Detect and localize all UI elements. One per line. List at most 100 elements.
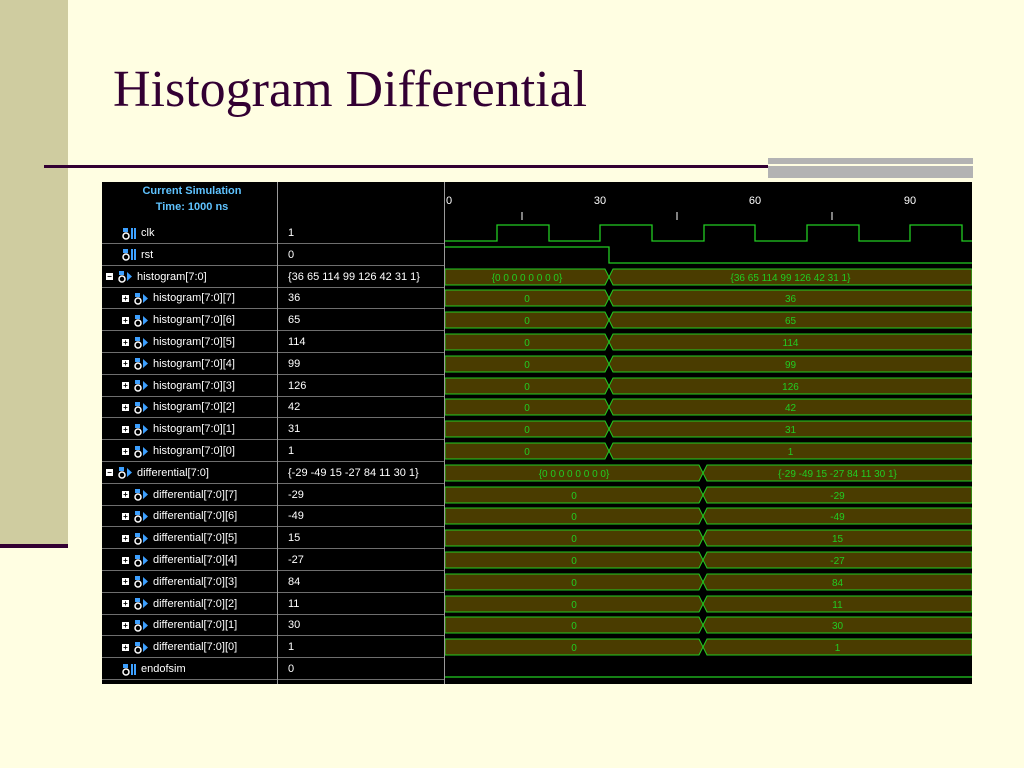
signal-row[interactable]: + differential[7:0][2] 11 0 11	[102, 593, 972, 615]
signal-name-cell[interactable]: + differential[7:0][1]	[102, 614, 298, 636]
signal-waveform[interactable]	[445, 658, 972, 680]
signal-name-cell[interactable]: endofsim	[102, 658, 298, 680]
signal-waveform[interactable]: 0 42	[445, 396, 972, 418]
signal-waveform[interactable]: 0 36	[445, 287, 972, 309]
signal-waveform[interactable]: {0 0 0 0 0 0 0 0} {-29 -49 15 -27 84 11 3…	[445, 462, 972, 484]
signal-waveform[interactable]: 0 -27	[445, 549, 972, 571]
collapse-icon[interactable]: −	[106, 469, 113, 477]
signal-waveform[interactable]: 01	[445, 440, 972, 462]
signal-name-cell[interactable]: + histogram[7:0][2]	[102, 396, 298, 418]
signal-name-cell[interactable]: + differential[7:0][7]	[102, 484, 298, 506]
expand-icon[interactable]: +	[122, 360, 129, 368]
signal-row[interactable]: + differential[7:0][1] 30 0 30	[102, 614, 972, 637]
bus-value-before: 0	[524, 447, 530, 458]
signal-name-cell[interactable]: + histogram[7:0][0]	[102, 440, 298, 462]
signal-name-cell[interactable]: + differential[7:0][6]	[102, 505, 298, 527]
left-accent-bar	[0, 0, 68, 548]
bus-value-before: {0 0 0 0 0 0 0 0}	[539, 469, 610, 480]
signal-row[interactable]: − differential[7:0] {-29 -49 15 -27 84 11 …	[102, 462, 972, 484]
signal-name-cell[interactable]: + histogram[7:0][5]	[102, 331, 298, 353]
expand-icon[interactable]: +	[122, 425, 129, 433]
signal-row[interactable]: + differential[7:0][4] -27 0 -27	[102, 549, 972, 571]
signal-name: differential[7:0][0]	[153, 641, 238, 654]
bus-value-after: {-29 -49 15 -27 84 11 30 1}	[778, 469, 897, 480]
signal-waveform[interactable]: {0 0 0 0 0 0 0 0} {36 65 114 99 126 42 31…	[445, 266, 972, 288]
collapse-icon[interactable]: −	[106, 273, 113, 281]
signal-value: -27	[288, 554, 304, 566]
signal-name: differential[7:0][7]	[153, 488, 238, 501]
bit-signal-icon	[122, 249, 136, 262]
signal-row[interactable]: + histogram[7:0][7] 36 0 36	[102, 287, 972, 310]
signal-row[interactable]: clk 1	[102, 222, 972, 244]
signal-waveform[interactable]: 01	[445, 636, 972, 658]
expand-icon[interactable]: +	[122, 294, 129, 302]
signal-name-cell[interactable]: + differential[7:0][0]	[102, 636, 298, 658]
expand-icon[interactable]: +	[122, 316, 129, 324]
expand-icon[interactable]: +	[122, 600, 129, 608]
expand-icon[interactable]: +	[122, 621, 129, 629]
signal-row[interactable]: + differential[7:0][7] -29 0 -29	[102, 484, 972, 506]
expand-icon[interactable]: +	[122, 491, 129, 499]
signal-waveform[interactable]: 0 -29	[445, 484, 972, 506]
signal-value: 84	[288, 575, 301, 588]
signal-row[interactable]: + histogram[7:0][0] 1 0 1	[102, 440, 972, 462]
expand-icon[interactable]: +	[122, 382, 129, 390]
signal-waveform[interactable]: 0 31	[445, 418, 972, 440]
signal-waveform[interactable]: 0 114	[445, 331, 972, 353]
signal-name-cell[interactable]: + differential[7:0][3]	[102, 571, 298, 593]
signal-name-cell[interactable]: + histogram[7:0][4]	[102, 353, 298, 375]
signal-waveform[interactable]: 0 84	[445, 571, 972, 593]
signal-waveform[interactable]: 0 -49	[445, 505, 972, 527]
signal-row[interactable]: + differential[7:0][5] 15 0 15	[102, 527, 972, 550]
signal-row[interactable]: + differential[7:0][6] -49 0 -49	[102, 505, 972, 528]
signal-waveform[interactable]: 0 65	[445, 309, 972, 331]
signal-row[interactable]: + histogram[7:0][1] 31 0 31	[102, 418, 972, 441]
signal-name: histogram[7:0][4]	[153, 357, 235, 370]
expand-icon[interactable]: +	[122, 447, 129, 455]
bus-value-after: 1	[835, 643, 841, 654]
signal-waveform[interactable]: 0 15	[445, 527, 972, 549]
signal-row[interactable]: + histogram[7:0][5] 114 0 114	[102, 331, 972, 353]
expand-icon[interactable]: +	[122, 534, 129, 542]
signal-waveform[interactable]	[445, 222, 972, 244]
bus-value-after: 36	[785, 294, 797, 305]
signal-name-cell[interactable]: + differential[7:0][4]	[102, 549, 298, 571]
signal-value: -49	[288, 510, 304, 523]
expand-icon[interactable]: +	[122, 643, 129, 651]
bit-signal-icon	[122, 663, 136, 676]
expand-icon[interactable]: +	[122, 403, 129, 411]
signal-name-cell[interactable]: + histogram[7:0][7]	[102, 287, 298, 309]
signal-waveform[interactable]: 0 30	[445, 614, 972, 636]
signal-name-cell[interactable]: − histogram[7:0]	[102, 266, 282, 288]
signal-waveform[interactable]: 0 99	[445, 353, 972, 375]
signal-name-cell[interactable]: − differential[7:0]	[102, 462, 282, 484]
signal-row[interactable]: + histogram[7:0][2] 42 0 42	[102, 396, 972, 419]
signal-name-cell[interactable]: + histogram[7:0][1]	[102, 418, 298, 440]
signal-row[interactable]: + histogram[7:0][4] 99 0 99	[102, 353, 972, 375]
signal-waveform[interactable]: 0 126	[445, 375, 972, 397]
expand-icon[interactable]: +	[122, 578, 129, 586]
signal-name-cell[interactable]: rst	[102, 244, 298, 266]
signal-name-cell[interactable]: + histogram[7:0][3]	[102, 375, 298, 397]
signal-row[interactable]: + histogram[7:0][6] 65 0 65	[102, 309, 972, 332]
signal-name-cell[interactable]: + histogram[7:0][6]	[102, 309, 298, 331]
column-divider-name[interactable]	[277, 182, 278, 684]
signal-row[interactable]: + differential[7:0][0] 1 0 1	[102, 636, 972, 659]
expand-icon[interactable]: +	[122, 556, 129, 564]
bus-value-after: 42	[785, 403, 797, 414]
signal-row[interactable]: − histogram[7:0] {36 65 114 99 126 42 31 1…	[102, 266, 972, 288]
signal-name: histogram[7:0][1]	[153, 423, 235, 436]
signal-name-cell[interactable]: clk	[102, 222, 298, 244]
signal-name-cell[interactable]: + differential[7:0][5]	[102, 527, 298, 549]
signal-name: histogram[7:0][3]	[153, 379, 235, 392]
signal-row[interactable]: + differential[7:0][3] 84 0 84	[102, 571, 972, 593]
signal-row[interactable]: rst 0	[102, 244, 972, 266]
expand-icon[interactable]: +	[122, 338, 129, 346]
signal-waveform[interactable]: 0 11	[445, 593, 972, 615]
column-divider-value[interactable]	[444, 182, 445, 684]
signal-name-cell[interactable]: + differential[7:0][2]	[102, 593, 298, 615]
signal-row[interactable]: endofsim 0	[102, 658, 972, 680]
expand-icon[interactable]: +	[122, 512, 129, 520]
signal-waveform[interactable]	[445, 244, 972, 266]
signal-row[interactable]: + histogram[7:0][3] 126 0 126	[102, 375, 972, 397]
